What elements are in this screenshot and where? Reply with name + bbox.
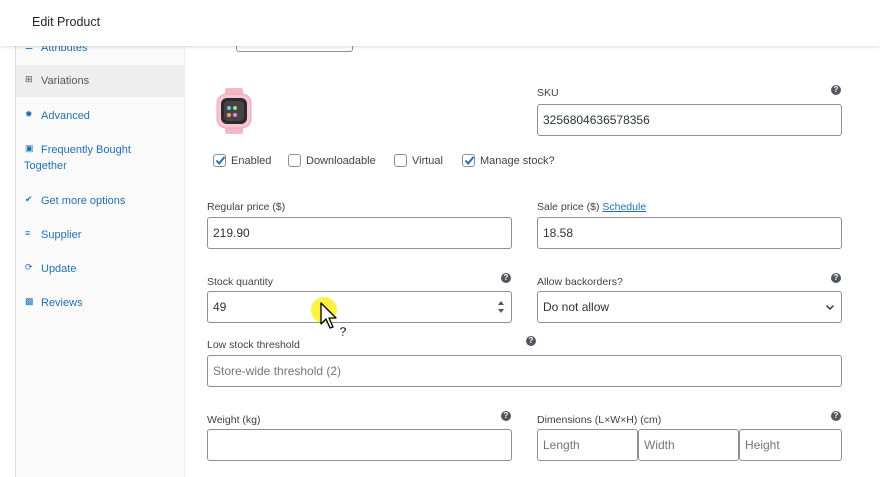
low-stock-label: Low stock threshold (207, 339, 300, 351)
svg-text:?: ? (339, 324, 347, 339)
checkmark-icon (464, 156, 475, 166)
checkbox-label: Virtual (412, 154, 443, 167)
regular-price-input[interactable]: 219.90 (207, 217, 512, 249)
checkbox-label: Manage stock? (480, 154, 555, 167)
list-icon: ☰ (25, 46, 34, 51)
width-input[interactable]: Width (638, 429, 739, 461)
weight-label: Weight (kg) (207, 414, 261, 426)
sku-help-icon[interactable]: ? (831, 85, 841, 95)
schedule-link[interactable]: Schedule (602, 201, 646, 213)
regular-price-label: Regular price ($) (207, 201, 286, 213)
sku-input[interactable]: 3256804636578356 (537, 104, 842, 136)
virtual-checkbox[interactable]: Virtual (394, 154, 443, 167)
sidebar-item-get-more-options[interactable]: ✔ Get more options (16, 193, 184, 209)
checkmark-icon (215, 156, 226, 166)
weight-help-icon[interactable]: ? (501, 411, 511, 421)
checkbox-box[interactable] (213, 154, 226, 167)
enabled-checkbox[interactable]: Enabled (213, 154, 271, 167)
backorders-label: Allow backorders? (537, 276, 623, 288)
sidebar-item-supplier[interactable]: ≡ Supplier (16, 227, 184, 243)
grid-icon: ⊞ (25, 74, 33, 84)
stock-quantity-label: Stock quantity (207, 276, 273, 288)
bag-icon: ▣ (25, 143, 34, 153)
low-stock-help-icon[interactable]: ? (526, 336, 536, 346)
gear-icon: ✹ (25, 109, 33, 119)
weight-input[interactable] (207, 429, 512, 461)
cart-icon: ≡ (25, 228, 31, 238)
checkbox-box[interactable] (394, 154, 407, 167)
sale-price-label: Sale price ($) Schedule (537, 201, 647, 213)
number-spinner-icon[interactable] (497, 299, 505, 315)
chevron-down-icon (826, 305, 834, 310)
downloadable-checkbox[interactable]: Downloadable (288, 154, 376, 167)
sidebar-item-reviews[interactable]: ▩ Reviews (16, 295, 184, 311)
backorders-help-icon[interactable]: ? (831, 273, 841, 283)
dimensions-label: Dimensions (L×W×H) (cm) (537, 414, 662, 426)
sidebar-item-attributes[interactable]: ☰ Attributes (16, 46, 184, 56)
checkbox-label: Enabled (231, 154, 272, 167)
length-input[interactable]: Length (537, 429, 638, 461)
checkbox-label: Downloadable (306, 154, 376, 167)
help-cursor-icon: ? (320, 302, 347, 339)
checkbox-box[interactable] (288, 154, 301, 167)
sidebar-item-variations[interactable]: ⊞ Variations (16, 65, 184, 97)
sidebar-item-update[interactable]: ⟳ Update (16, 261, 184, 277)
megaphone-icon: ▩ (25, 296, 34, 306)
sidebar-item-advanced[interactable]: ✹ Advanced (16, 108, 184, 124)
page-title: Edit Product (32, 15, 101, 29)
stock-quantity-input[interactable]: 49 (207, 291, 512, 323)
sidebar-item-frequently-bought-together[interactable]: ▣ Frequently Bought Together (16, 142, 184, 174)
variation-panel: SKU ? 3256804636578356 Enabled Downloada… (186, 42, 880, 477)
dimensions-help-icon[interactable]: ? (831, 411, 841, 421)
backorders-select[interactable]: Do not allow (537, 291, 842, 323)
product-data-tabs: ☰ Attributes ⊞ Variations ✹ Advanced ▣ F… (16, 46, 185, 477)
low-stock-input[interactable]: Store-wide threshold (2) (207, 355, 842, 387)
top-bar: Edit Product (0, 0, 880, 46)
sku-label: SKU (537, 87, 559, 99)
refresh-icon: ⟳ (25, 262, 33, 272)
plugin-icon: ✔ (25, 194, 33, 204)
checkbox-box[interactable] (462, 154, 475, 167)
manage-stock-checkbox[interactable]: Manage stock? (462, 154, 555, 167)
variation-image-thumbnail[interactable] (213, 88, 255, 134)
sale-price-input[interactable]: 18.58 (537, 217, 842, 249)
stock-quantity-help-icon[interactable]: ? (501, 273, 511, 283)
height-input[interactable]: Height (739, 429, 842, 461)
